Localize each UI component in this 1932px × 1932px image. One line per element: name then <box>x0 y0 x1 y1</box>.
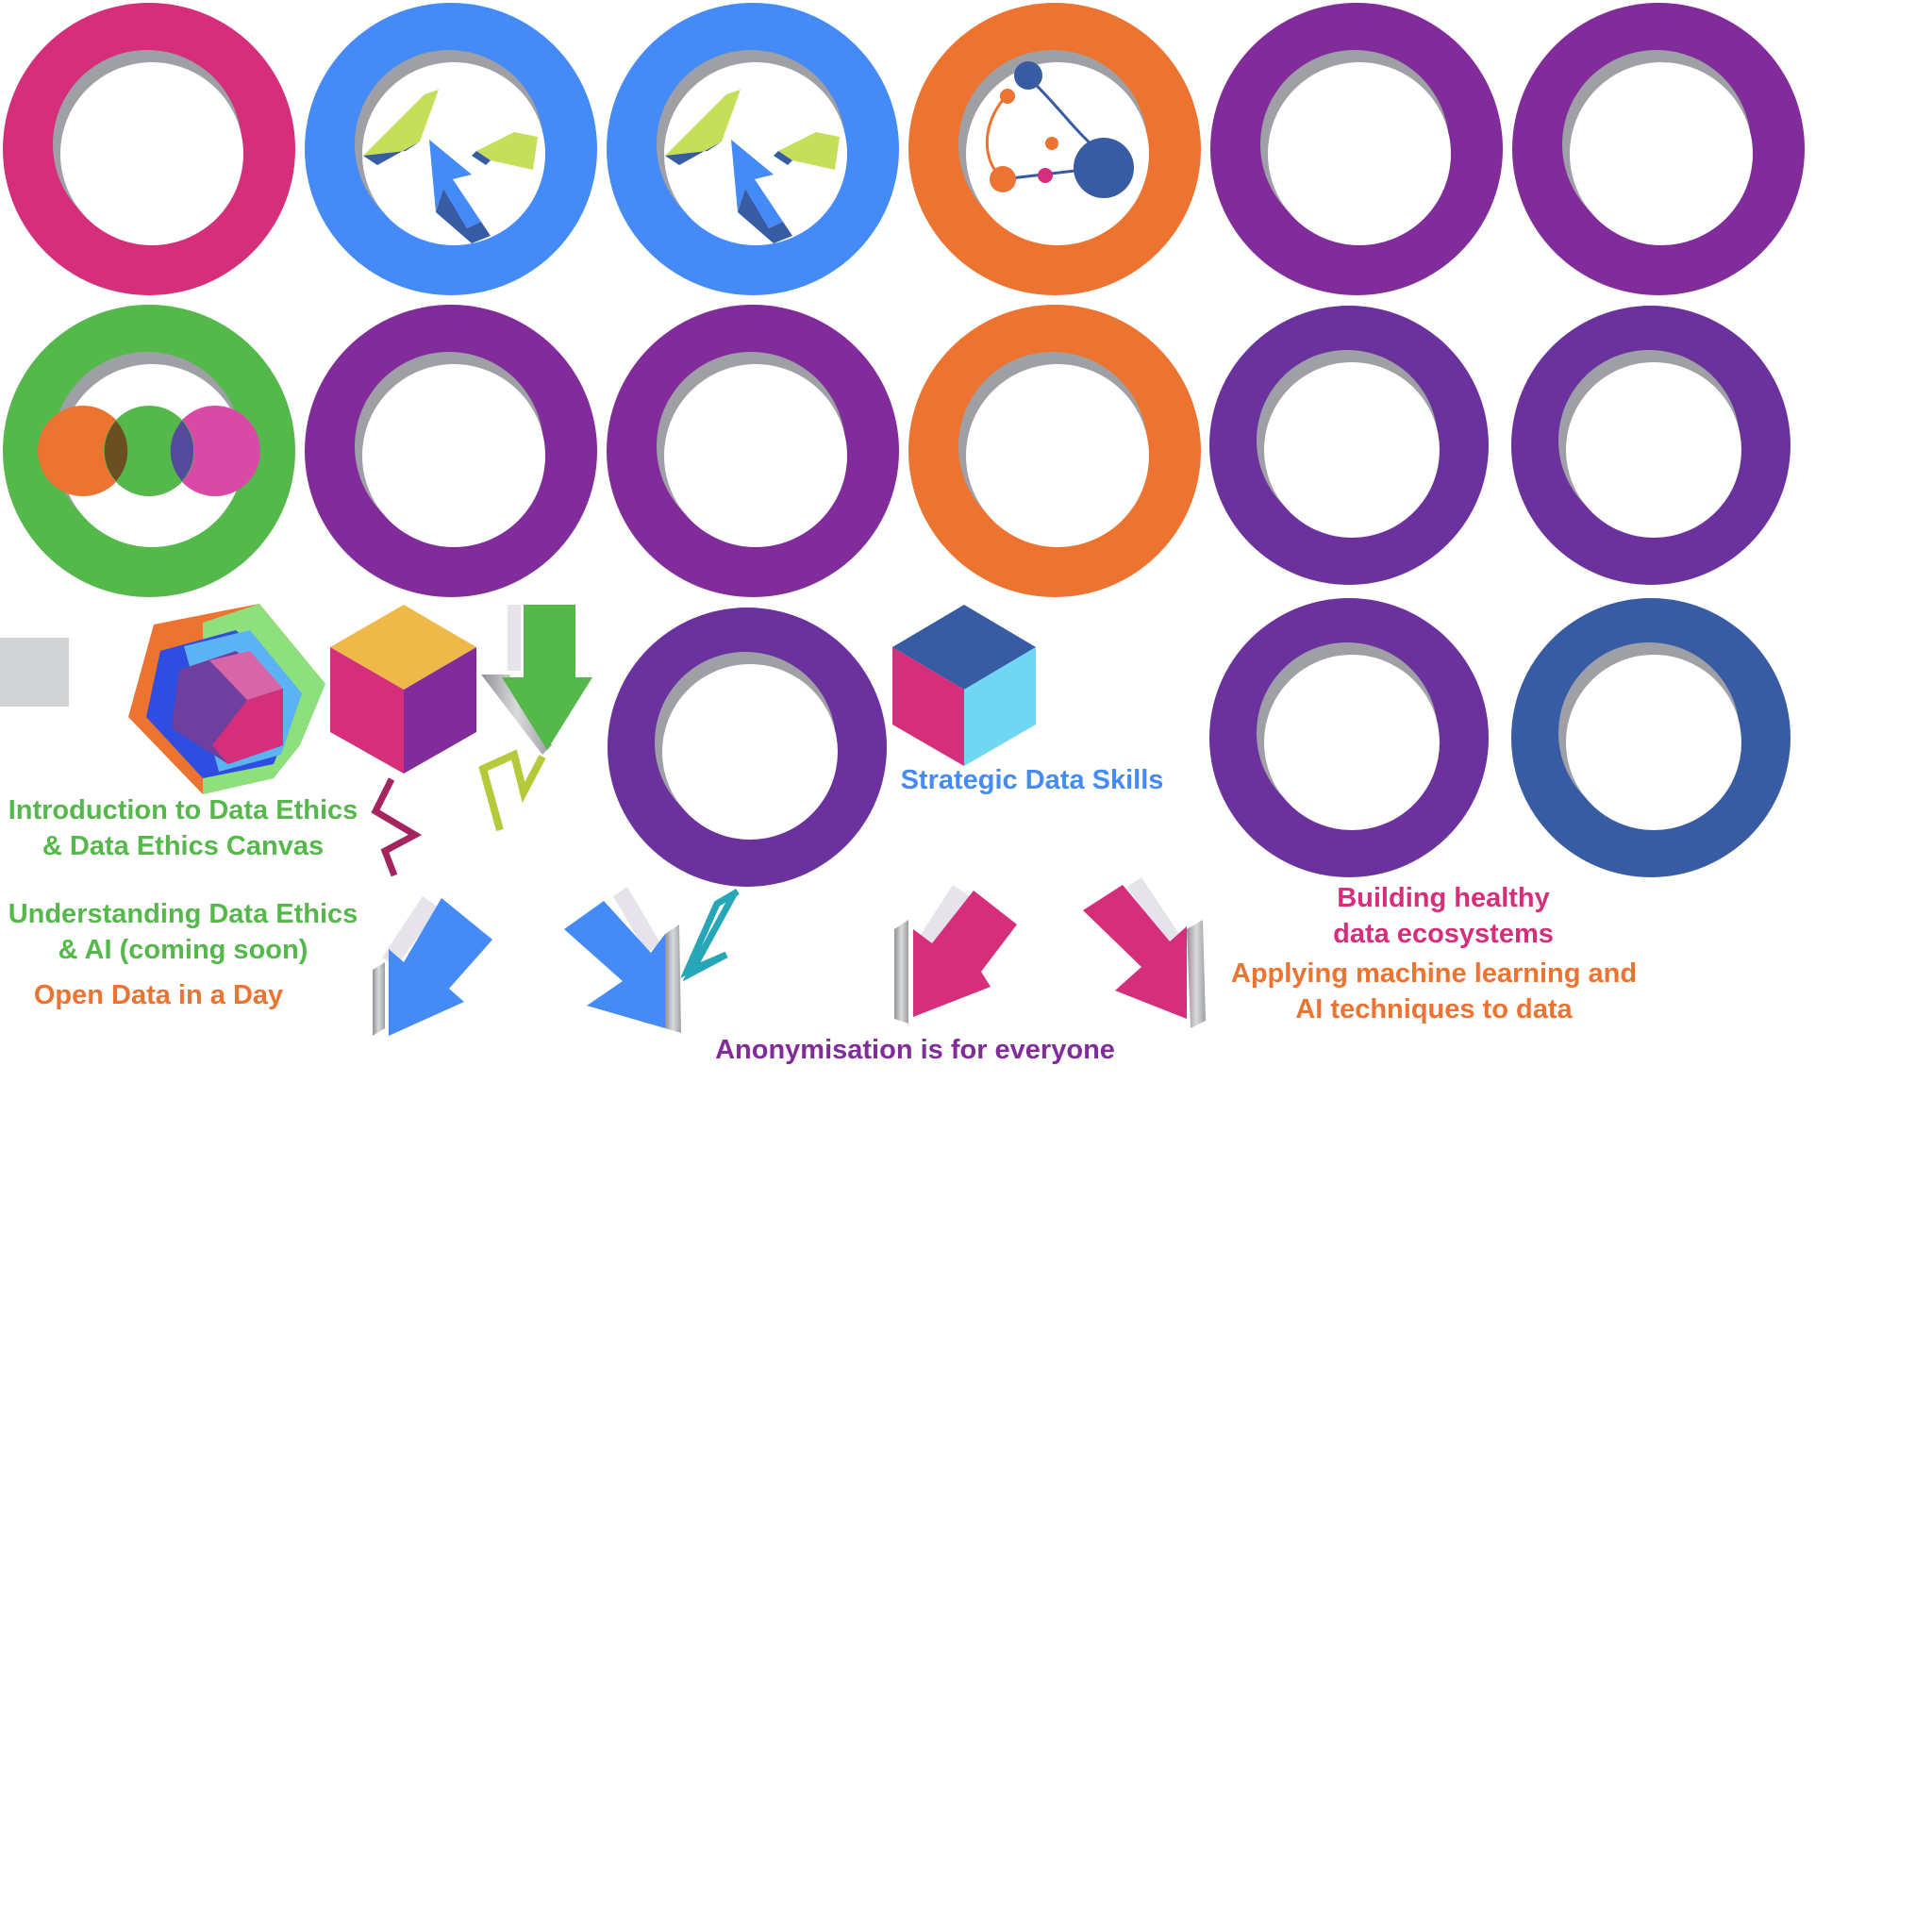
ring-violet-c <box>608 608 887 887</box>
label-intro-line2: & Data Ethics Canvas <box>42 831 325 861</box>
label-ml-line2: AI techniques to data <box>1295 994 1573 1024</box>
ring-purple-d <box>607 305 899 597</box>
ring-purple-a <box>1210 3 1503 295</box>
label-machine-learning-ai: Applying machine learning and AI techniqu… <box>1217 956 1651 1027</box>
magenta-arrow-down-left-icon <box>894 885 1017 1024</box>
ring-blue-cursor-a <box>305 3 597 295</box>
gold-magenta-cube-icon <box>330 605 476 774</box>
green-down-arrow-icon <box>481 605 592 755</box>
label-open-data-in-a-day: Open Data in a Day <box>33 980 284 1010</box>
magenta-arrow-down-right-icon <box>1083 877 1206 1028</box>
ring-purple-c <box>305 305 597 597</box>
label-ecosystems-line1: Building healthy <box>1337 883 1550 913</box>
ring-magenta <box>3 3 295 295</box>
ring-violet-d <box>1209 598 1489 877</box>
ring-blue-cursor-b <box>607 3 899 295</box>
label-understanding-line2: & AI (coming soon) <box>58 935 308 965</box>
label-understanding-line1: Understanding Data Ethics <box>8 899 358 929</box>
magenta-zigzag-icon <box>371 777 423 877</box>
label-understanding-data-ethics: Understanding Data Ethics & AI (coming so… <box>0 896 372 968</box>
label-intro-line1: Introduction to Data Ethics <box>8 795 358 825</box>
blue-arrow-down-right-icon <box>564 887 681 1033</box>
ring-violet-b <box>1511 306 1790 585</box>
ring-orange-empty <box>908 305 1201 597</box>
label-building-healthy-ecosystems: Building healthy data ecosystems <box>1302 880 1585 952</box>
label-intro-data-ethics: Introduction to Data Ethics & Data Ethics… <box>0 792 372 864</box>
grey-square-swatch <box>0 638 69 707</box>
label-ecosystems-line2: data ecosystems <box>1333 919 1554 949</box>
blue-arrow-down-left-icon <box>373 896 492 1036</box>
label-strategic-data-skills: Strategic Data Skills <box>900 765 1164 795</box>
label-anonymisation: Anonymisation is for everyone <box>715 1035 1115 1065</box>
lime-zigzag-icon <box>478 749 546 832</box>
venn-circles-icon <box>38 406 260 496</box>
navy-sky-cube-icon <box>892 605 1036 766</box>
layered-hexagon-cube-icon <box>128 604 325 794</box>
ring-purple-b <box>1512 3 1805 295</box>
ring-violet-a <box>1209 306 1489 585</box>
label-ml-line1: Applying machine learning and <box>1230 958 1638 989</box>
ring-navy <box>1511 598 1790 877</box>
teal-zigzag-icon <box>680 888 740 982</box>
